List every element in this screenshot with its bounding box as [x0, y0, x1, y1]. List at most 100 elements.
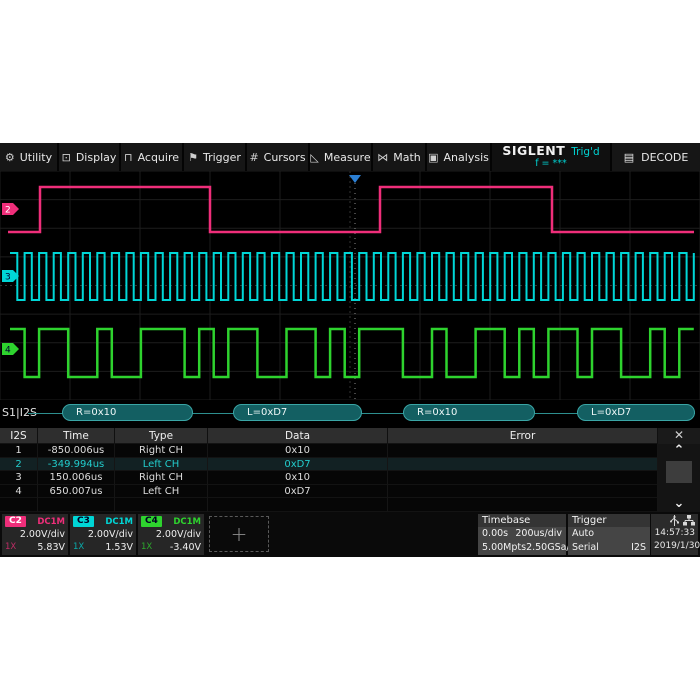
menu-decode[interactable]: ▤ DECODE — [612, 143, 700, 171]
table-close-icon[interactable]: ✕ — [658, 428, 700, 444]
menu-bar: ⚙ Utility ⊡ Display ⊓ Acquire ⚑ Trigger … — [0, 143, 700, 171]
clock-date: 2019/1/30 — [654, 541, 700, 551]
decode-event[interactable]: R=0x10 — [62, 404, 193, 421]
menu-measure[interactable]: ◺ Measure — [310, 143, 371, 171]
trigger-protocol: I2S — [631, 542, 646, 553]
clock-time: 14:57:33 — [654, 528, 695, 538]
math-icon: ⋈ — [377, 150, 389, 164]
trace-c2-ws — [8, 185, 694, 234]
channel-c4-box[interactable]: C4 DC1M 2.00V/div 1X -3.40V — [138, 514, 204, 555]
menu-analysis[interactable]: ▣ Analysis — [427, 143, 490, 171]
c4-coupling: DC1M — [173, 516, 201, 527]
decode-table-header: I2S Time Type Data Error ✕ — [0, 428, 700, 444]
acquire-icon: ⊓ — [123, 150, 133, 164]
channel-2-marker[interactable]: 2 — [2, 203, 19, 216]
col-header-data: Data — [208, 428, 388, 444]
decode-event[interactable]: R=0x10 — [403, 404, 535, 421]
trigger-mode: Auto — [572, 528, 595, 539]
document-icon: ▤ — [623, 150, 635, 164]
gear-icon: ⚙ — [4, 150, 15, 164]
menu-math[interactable]: ⋈ Math — [373, 143, 425, 171]
timebase-box[interactable]: Timebase 0.00s 200us/div 5.00Mpts 2.50GS… — [478, 514, 575, 555]
trace-c3-clock — [10, 252, 695, 301]
c2-scale: 2.00V/div — [19, 529, 65, 540]
menu-cursors[interactable]: # Cursors — [247, 143, 308, 171]
datetime-box: 14:57:33 2019/1/30 — [651, 514, 700, 555]
timebase-delay: 0.00s — [482, 528, 509, 539]
timebase-scale: 200us/div — [515, 528, 562, 539]
c3-probe: 1X — [73, 542, 85, 552]
decode-bus-row: S1|I2S R=0x10 L=0xD7 R=0x10 L=0xD7 — [0, 400, 700, 428]
screenshot-page: ⚙ Utility ⊡ Display ⊓ Acquire ⚑ Trigger … — [0, 0, 700, 700]
cursors-icon: # — [249, 150, 259, 164]
trigger-position-marker[interactable] — [349, 175, 361, 183]
svg-text:2: 2 — [5, 206, 11, 216]
col-header-error: Error — [388, 428, 658, 444]
timebase-title: Timebase — [478, 514, 566, 527]
scroll-down-icon[interactable]: ⌄ — [658, 497, 700, 512]
c3-badge: C3 — [73, 516, 94, 527]
scrollbar-thumb[interactable] — [666, 461, 692, 483]
menu-utility[interactable]: ⚙ Utility — [0, 143, 57, 171]
waveform-display[interactable]: 2 3 4 — [0, 170, 700, 401]
trigger-status: Trig'd — [571, 145, 600, 158]
col-header-type: Type — [115, 428, 208, 444]
c4-scale: 2.00V/div — [155, 529, 201, 540]
c3-coupling: DC1M — [105, 516, 133, 527]
menu-display[interactable]: ⊡ Display — [59, 143, 119, 171]
menu-cursors-label: Cursors — [263, 150, 306, 164]
trigger-type: Serial — [572, 542, 599, 553]
c2-offset: 5.83V — [37, 542, 65, 553]
menu-trigger-label: Trigger — [202, 150, 241, 164]
channel-4-marker[interactable]: 4 — [2, 343, 19, 356]
table-row[interactable]: 1 -850.006us Right CH 0x10 — [0, 444, 700, 458]
brand-status-block: SIGLENT Trig'd f = *** — [492, 143, 610, 171]
trigger-box[interactable]: Trigger Auto Serial I2S — [568, 514, 650, 555]
channel-c3-box[interactable]: C3 DC1M 2.00V/div 1X 1.53V — [70, 514, 136, 555]
usb-icon — [670, 515, 679, 526]
status-bar: C2 DC1M 2.00V/div 1X 5.83V C3 DC1M 2.00V… — [0, 512, 700, 557]
menu-acquire-label: Acquire — [137, 150, 180, 164]
menu-measure-label: Measure — [323, 150, 371, 164]
table-row[interactable]: 4 650.007us Left CH 0xD7 — [0, 484, 700, 499]
col-header-time: Time — [38, 428, 115, 444]
menu-math-label: Math — [393, 150, 421, 164]
scroll-up-icon[interactable]: ⌃ — [658, 444, 700, 459]
trace-c4-data — [10, 327, 694, 379]
analysis-icon: ▣ — [428, 150, 439, 164]
decode-table: I2S Time Type Data Error ✕ 1 -850.006us … — [0, 428, 700, 512]
svg-text:3: 3 — [5, 273, 11, 283]
c4-offset: -3.40V — [169, 542, 201, 553]
waveform-svg: 2 3 4 — [0, 170, 700, 401]
menu-decode-label: DECODE — [641, 150, 689, 164]
decode-event[interactable]: L=0xD7 — [577, 404, 695, 421]
menu-display-label: Display — [75, 150, 117, 164]
oscilloscope-screen: ⚙ Utility ⊡ Display ⊓ Acquire ⚑ Trigger … — [0, 143, 700, 557]
table-row-empty — [0, 498, 700, 512]
menu-utility-label: Utility — [19, 150, 53, 164]
c3-scale: 2.00V/div — [87, 529, 133, 540]
c4-probe: 1X — [141, 542, 153, 552]
channel-c2-box[interactable]: C2 DC1M 2.00V/div 1X 5.83V — [2, 514, 68, 555]
lan-icon — [683, 515, 695, 526]
svg-text:4: 4 — [5, 346, 11, 356]
c2-badge: C2 — [5, 516, 26, 527]
brand-logo: SIGLENT — [502, 142, 566, 158]
c2-probe: 1X — [5, 542, 17, 552]
flag-icon: ⚑ — [188, 150, 198, 164]
add-channel-button[interactable]: + — [209, 516, 269, 552]
col-header-i2s: I2S — [0, 428, 38, 444]
plus-icon: + — [230, 522, 248, 546]
timebase-memory: 5.00Mpts — [482, 542, 527, 553]
c4-badge: C4 — [141, 516, 162, 527]
frequency-readout: f = *** — [535, 157, 567, 169]
table-row[interactable]: 3 150.006us Right CH 0x10 — [0, 471, 700, 485]
table-scrollbar: ⌃ ⌄ — [658, 444, 700, 512]
trigger-title: Trigger — [568, 514, 650, 527]
menu-trigger[interactable]: ⚑ Trigger — [184, 143, 245, 171]
table-row-selected[interactable]: 2 -349.994us Left CH 0xD7 — [0, 457, 700, 472]
c2-coupling: DC1M — [37, 516, 65, 527]
decode-event[interactable]: L=0xD7 — [233, 404, 362, 421]
menu-analysis-label: Analysis — [443, 150, 489, 164]
menu-acquire[interactable]: ⊓ Acquire — [121, 143, 182, 171]
